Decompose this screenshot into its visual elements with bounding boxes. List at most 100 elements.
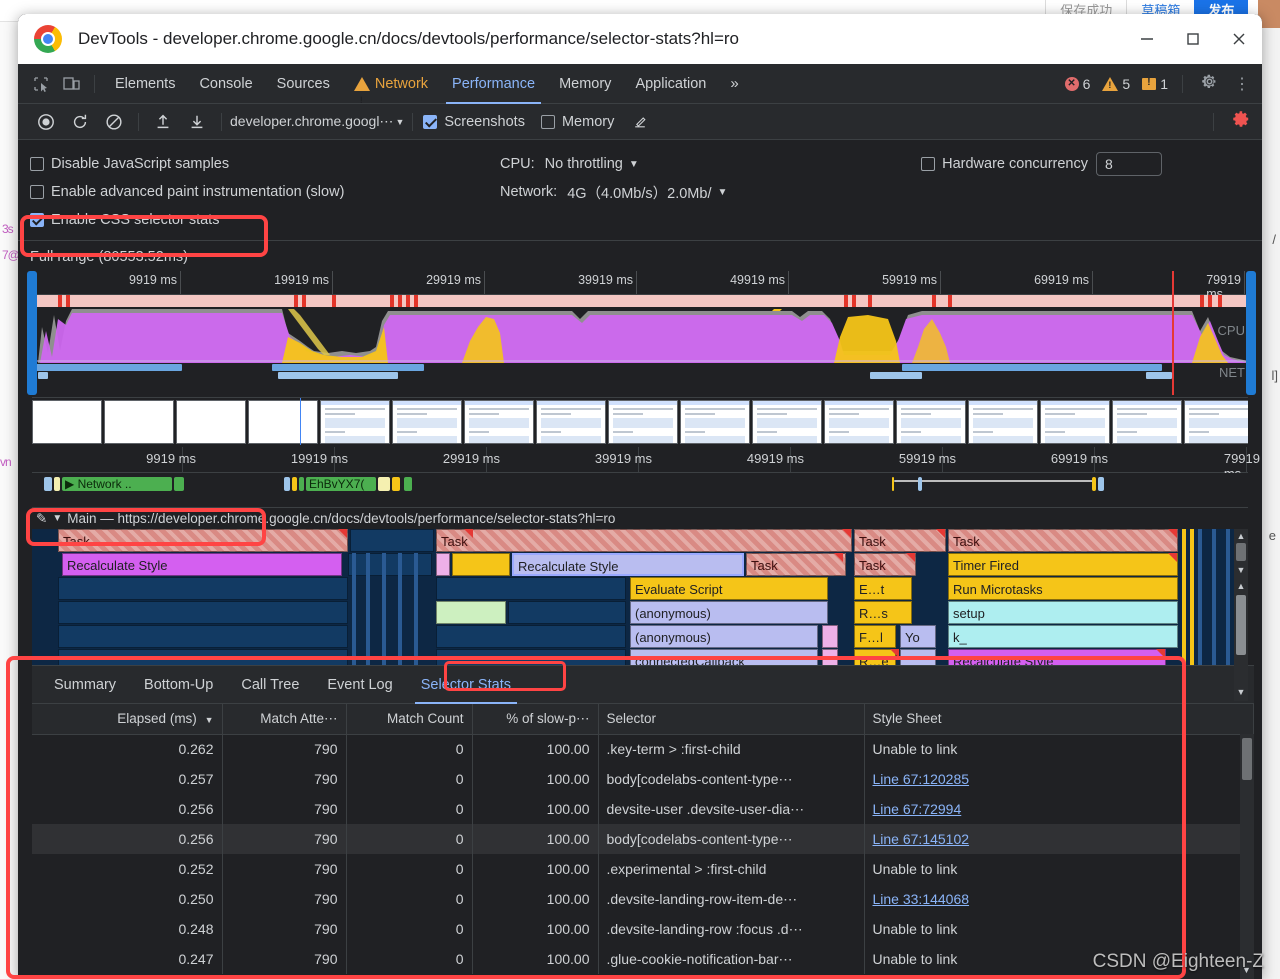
- hardware-concurrency-input[interactable]: 8: [1096, 152, 1162, 176]
- filmstrip-frame[interactable]: [536, 400, 606, 444]
- flame-event[interactable]: [822, 625, 838, 648]
- tab-performance[interactable]: Performance: [440, 64, 547, 104]
- tab-network[interactable]: Network: [342, 64, 440, 120]
- scroll-up-icon-2[interactable]: ▲: [1236, 581, 1246, 591]
- table-row[interactable]: 0.262 790 0 100.00 .key-term > :first-ch…: [32, 734, 1254, 764]
- flame-event[interactable]: Timer Fired: [948, 553, 1178, 576]
- table-row[interactable]: 0.248 790 0 100.00 .devsite-landing-row …: [32, 914, 1254, 944]
- flame-event[interactable]: [436, 577, 626, 600]
- error-count[interactable]: ✕ 6: [1061, 76, 1095, 92]
- filmstrip-frame[interactable]: [680, 400, 750, 444]
- flame-event[interactable]: Run Microtasks: [948, 577, 1178, 600]
- gear-icon[interactable]: [1193, 73, 1226, 95]
- filmstrip-frame[interactable]: [104, 400, 174, 444]
- filmstrip-frame[interactable]: [608, 400, 678, 444]
- flame-event[interactable]: [348, 553, 432, 576]
- flame-event[interactable]: (anonymous): [630, 625, 818, 648]
- drawer-tab-selector-stats[interactable]: Selector Stats: [407, 666, 525, 704]
- flame-event[interactable]: [508, 601, 626, 624]
- table-row[interactable]: 0.252 790 0 100.00 .experimental > :firs…: [32, 854, 1254, 884]
- flame-event[interactable]: [436, 553, 450, 576]
- filmstrip[interactable]: [32, 397, 1248, 445]
- flame-event[interactable]: [58, 601, 348, 624]
- column-header-style-sheet[interactable]: Style Sheet: [864, 704, 1254, 735]
- flame-event[interactable]: Task: [746, 553, 846, 576]
- filmstrip-frame[interactable]: [1184, 400, 1248, 444]
- main-track-header[interactable]: ✎ ▼ Main — https://developer.chrome.goog…: [32, 507, 1248, 529]
- table-row[interactable]: 0.247 790 0 100.00 .glue-cookie-notifica…: [32, 944, 1254, 974]
- flame-event[interactable]: Yo: [900, 625, 936, 648]
- flame-event[interactable]: setup: [948, 601, 1178, 624]
- overview-left-handle[interactable]: [27, 271, 37, 395]
- tab-overflow-button[interactable]: »: [718, 64, 750, 104]
- recording-url-select[interactable]: developer.chrome.googl⋯ ▼: [230, 113, 404, 130]
- stylesheet-link[interactable]: Line 67:120285: [873, 771, 970, 787]
- column-header-slow-path-pct[interactable]: % of slow-p⋯: [472, 704, 599, 735]
- hardware-concurrency-checkbox[interactable]: Hardware concurrency: [921, 156, 1088, 172]
- flame-event[interactable]: Recalculate Style: [62, 553, 342, 576]
- filmstrip-frame[interactable]: [176, 400, 246, 444]
- stylesheet-link[interactable]: Line 67:145102: [873, 831, 970, 847]
- disclosure-triangle-icon[interactable]: ▼: [52, 513, 62, 524]
- drawer-tab-event-log[interactable]: Event Log: [313, 666, 406, 704]
- filmstrip-frame[interactable]: [1112, 400, 1182, 444]
- save-profile-icon[interactable]: [181, 108, 213, 136]
- pencil-icon[interactable]: ✎: [36, 511, 47, 527]
- maximize-icon[interactable]: [1170, 14, 1216, 64]
- memory-checkbox[interactable]: Memory: [540, 114, 614, 130]
- filmstrip-frame[interactable]: [1040, 400, 1110, 444]
- flame-event[interactable]: Task: [58, 529, 348, 552]
- flame-event[interactable]: E…t: [854, 577, 912, 600]
- advanced-paint-checkbox[interactable]: Enable advanced paint instrumentation (s…: [30, 184, 500, 200]
- flame-event[interactable]: F…l: [854, 625, 896, 648]
- close-icon[interactable]: [1216, 14, 1262, 64]
- scroll-up-icon[interactable]: ▲: [1236, 531, 1246, 541]
- filmstrip-frame[interactable]: [248, 400, 318, 444]
- timeline-overview[interactable]: 9919 ms 19919 ms 29919 ms 39919 ms 49919…: [27, 271, 1256, 395]
- column-header-match-count[interactable]: Match Count: [346, 704, 473, 735]
- flame-event[interactable]: (anonymous): [630, 601, 828, 624]
- overview-right-handle[interactable]: [1246, 271, 1256, 395]
- collect-garbage-icon[interactable]: [624, 108, 656, 136]
- column-header-match-attempts[interactable]: Match Atte⋯: [222, 704, 347, 735]
- warning-count[interactable]: 5: [1098, 76, 1134, 92]
- cpu-throttling-select[interactable]: No throttling ▼: [545, 156, 639, 172]
- tab-sources[interactable]: Sources: [265, 64, 342, 104]
- network-track[interactable]: ▶ Network .. EhBvYX7(: [32, 473, 1248, 507]
- css-selector-stats-checkbox[interactable]: Enable CSS selector stats: [30, 212, 500, 228]
- column-header-selector[interactable]: Selector: [598, 704, 865, 735]
- filmstrip-frame[interactable]: [464, 400, 534, 444]
- filmstrip-frame[interactable]: [968, 400, 1038, 444]
- device-toolbar-icon[interactable]: [56, 70, 86, 98]
- filmstrip-frame[interactable]: [896, 400, 966, 444]
- flame-event[interactable]: [58, 625, 348, 648]
- screenshots-checkbox[interactable]: Screenshots: [423, 114, 525, 130]
- flame-event[interactable]: k_: [948, 625, 1178, 648]
- tab-memory[interactable]: Memory: [547, 64, 623, 104]
- column-header-elapsed[interactable]: Elapsed (ms) ▼: [32, 704, 223, 735]
- stylesheet-link[interactable]: Line 67:72994: [873, 801, 962, 817]
- tab-application[interactable]: Application: [623, 64, 718, 104]
- table-row[interactable]: 0.257 790 0 100.00 body[codelabs-content…: [32, 764, 1254, 794]
- drawer-tab-call-tree[interactable]: Call Tree: [227, 666, 313, 704]
- load-profile-icon[interactable]: [147, 108, 179, 136]
- table-row[interactable]: 0.256 790 0 100.00 body[codelabs-content…: [32, 824, 1254, 854]
- flame-event[interactable]: Task: [854, 529, 946, 552]
- flame-event[interactable]: Task: [948, 529, 1178, 552]
- stylesheet-link[interactable]: Line 33:144068: [873, 891, 970, 907]
- table-row[interactable]: 0.250 790 0 100.00 .devsite-landing-row-…: [32, 884, 1254, 914]
- drawer-tab-summary[interactable]: Summary: [40, 666, 130, 704]
- table-row[interactable]: 0.256 790 0 100.00 devsite-user .devsite…: [32, 794, 1254, 824]
- scroll-down-icon[interactable]: ▼: [1236, 565, 1246, 575]
- scroll-down-icon-2[interactable]: ▼: [1236, 687, 1246, 697]
- flamechart-scrollbar[interactable]: ▲ ▼ ▲ ▼: [1234, 529, 1248, 701]
- tab-console[interactable]: Console: [187, 64, 264, 104]
- clear-recording-icon[interactable]: [98, 108, 130, 136]
- kebab-menu-icon[interactable]: ⋮: [1230, 74, 1258, 94]
- flame-event[interactable]: [436, 601, 506, 624]
- filmstrip-frame[interactable]: [320, 400, 390, 444]
- filmstrip-frame[interactable]: [32, 400, 102, 444]
- flame-event[interactable]: [350, 529, 434, 552]
- filmstrip-frame[interactable]: [752, 400, 822, 444]
- message-count[interactable]: 1: [1138, 76, 1172, 92]
